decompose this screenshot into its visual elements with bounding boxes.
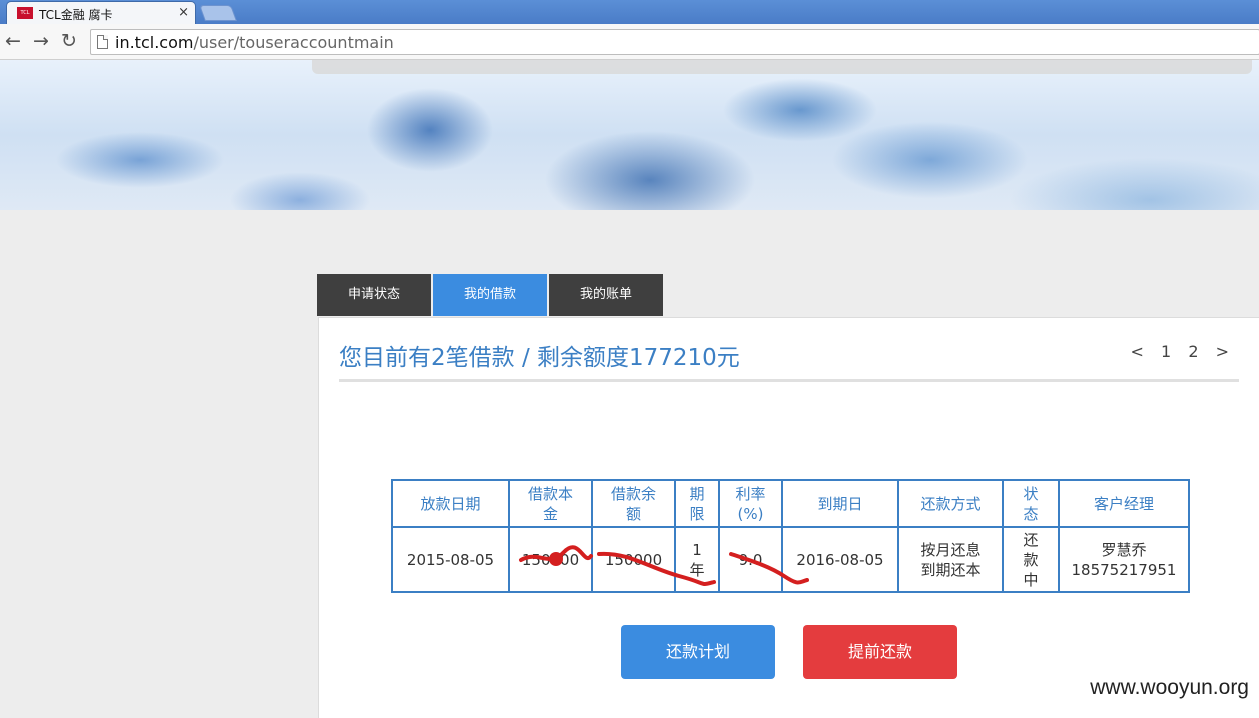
reload-icon[interactable]: ↻ xyxy=(58,30,80,52)
pager-page-1[interactable]: 1 xyxy=(1161,342,1171,361)
manager-phone: 18575217951 xyxy=(1071,560,1177,579)
address-url[interactable]: in.tcl.com/user/touseraccountmain xyxy=(115,33,394,52)
browser-tab[interactable]: TCL TCL金融 腐卡 × xyxy=(6,1,196,24)
redaction-scribble xyxy=(519,545,809,586)
pager-page-2[interactable]: 2 xyxy=(1188,342,1198,361)
pager-next[interactable]: > xyxy=(1216,342,1229,361)
col-header-due-date: 到期日 xyxy=(781,479,899,528)
col-header-status: 状态 xyxy=(1002,479,1060,528)
browser-tab-strip: TCL TCL金融 腐卡 × xyxy=(0,0,1259,24)
banner-overlay-bar xyxy=(312,60,1252,74)
new-tab-button[interactable] xyxy=(199,5,237,21)
cell-status: 还款中 xyxy=(1002,526,1060,593)
col-header-manager: 客户经理 xyxy=(1058,479,1190,528)
browser-toolbar: ← → ↻ in.tcl.com/user/touseraccountmain xyxy=(0,24,1259,60)
repayment-plan-button[interactable]: 还款计划 xyxy=(621,625,775,679)
back-arrow-icon[interactable]: ← xyxy=(2,30,24,52)
col-header-principal: 借款本金 xyxy=(508,479,593,528)
pagination: < 1 2 > xyxy=(1119,342,1229,361)
divider xyxy=(339,379,1239,382)
col-header-term: 期限 xyxy=(674,479,720,528)
loans-panel: 您目前有2笔借款 / 剩余额度177210元 < 1 2 > 放款日期 借款本金… xyxy=(318,317,1259,718)
address-bar[interactable]: in.tcl.com/user/touseraccountmain xyxy=(90,29,1259,55)
forward-arrow-icon[interactable]: → xyxy=(30,30,52,52)
manager-name: 罗慧乔 xyxy=(1101,540,1147,559)
col-header-balance: 借款余额 xyxy=(591,479,676,528)
table-header-row: 放款日期 借款本金 借款余额 期限 利率(%) 到期日 还款方式 状态 客户经理 xyxy=(391,479,1190,528)
tab-my-bills[interactable]: 我的账单 xyxy=(549,274,663,316)
cell-date: 2015-08-05 xyxy=(391,526,510,593)
url-host: in.tcl.com xyxy=(115,33,194,52)
col-header-rate: 利率(%) xyxy=(718,479,783,528)
page-icon xyxy=(97,35,108,49)
early-repayment-button[interactable]: 提前还款 xyxy=(803,625,957,679)
pager-prev[interactable]: < xyxy=(1131,342,1144,361)
col-header-method: 还款方式 xyxy=(897,479,1004,528)
tab-my-loans[interactable]: 我的借款 xyxy=(433,274,547,316)
page-title: 您目前有2笔借款 / 剩余额度177210元 xyxy=(339,345,740,371)
header-banner xyxy=(0,60,1259,210)
watermark: www.wooyun.org xyxy=(1090,676,1249,699)
url-path: /user/touseraccountmain xyxy=(193,33,394,52)
tab-application-status[interactable]: 申请状态 xyxy=(317,274,431,316)
cell-method: 按月还息到期还本 xyxy=(897,526,1004,593)
tcl-favicon-icon: TCL xyxy=(17,7,33,19)
browser-tab-title: TCL金融 腐卡 xyxy=(39,8,113,22)
cell-manager: 罗慧乔 18575217951 xyxy=(1058,526,1190,593)
col-header-date: 放款日期 xyxy=(391,479,510,528)
close-icon[interactable]: × xyxy=(178,5,189,20)
